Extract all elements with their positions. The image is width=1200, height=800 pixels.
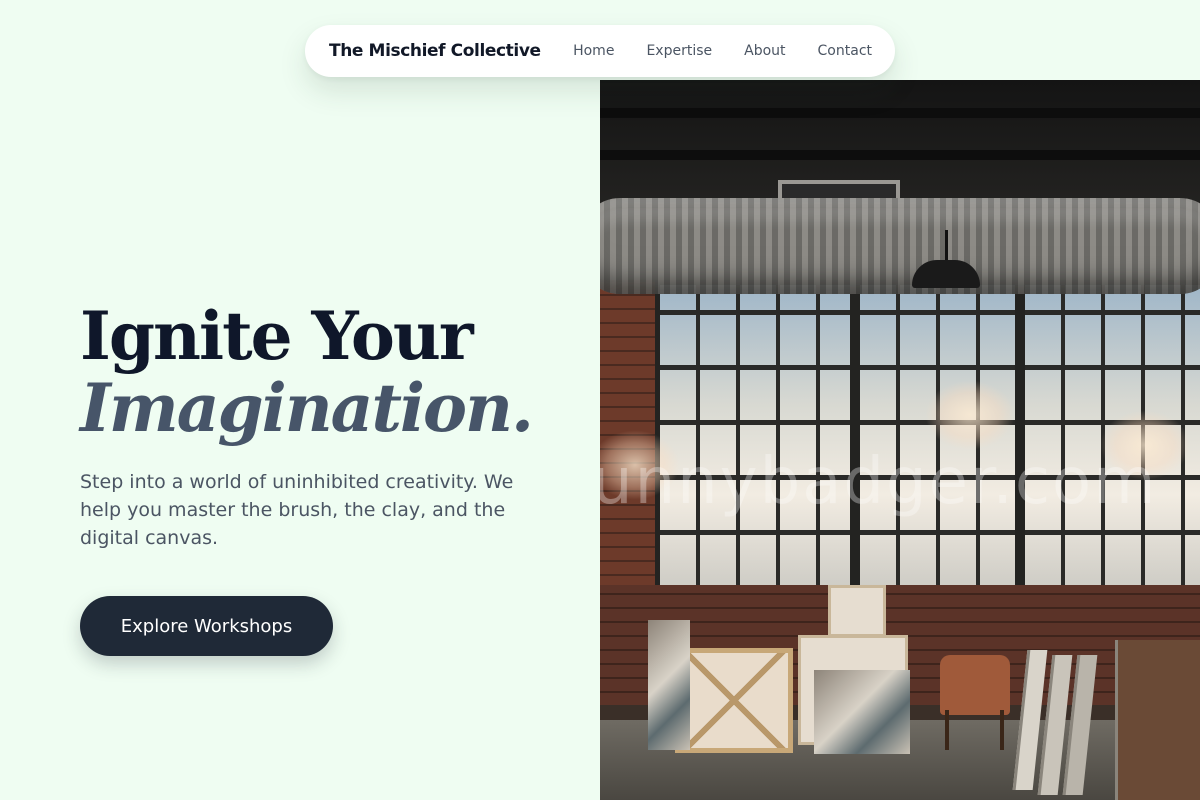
ceiling-beam xyxy=(600,150,1200,160)
cabinet xyxy=(1115,640,1200,800)
painted-canvas xyxy=(648,620,690,750)
canvas-back xyxy=(675,648,793,753)
explore-workshops-button[interactable]: Explore Workshops xyxy=(80,596,333,656)
hero-headline: Ignite Your Imagination. xyxy=(80,300,580,444)
nav-link-home[interactable]: Home xyxy=(573,43,614,59)
factory-window xyxy=(655,280,855,590)
hero-section: Ignite Your Imagination. Step into a wor… xyxy=(80,300,580,552)
brand-logo[interactable]: The Mischief Collective xyxy=(329,41,541,61)
painted-canvas xyxy=(814,670,910,754)
air-duct-front xyxy=(600,208,1200,294)
nav-links: Home Expertise About Contact xyxy=(573,43,872,59)
page: The Mischief Collective Home Expertise A… xyxy=(0,0,1200,800)
headline-line-2: Imagination. xyxy=(80,369,534,447)
watermark: unnybadger.com xyxy=(600,445,1158,519)
nav-link-expertise[interactable]: Expertise xyxy=(646,43,712,59)
headline-line-1: Ignite Your xyxy=(80,297,474,375)
ceiling-beam xyxy=(600,108,1200,118)
top-navigation: The Mischief Collective Home Expertise A… xyxy=(305,25,895,77)
hero-description: Step into a world of uninhibited creativ… xyxy=(80,471,514,549)
chair-leg xyxy=(945,710,949,750)
blank-canvas xyxy=(828,585,886,637)
nav-link-contact[interactable]: Contact xyxy=(818,43,872,59)
chair-leg xyxy=(1000,710,1004,750)
chandelier xyxy=(925,380,1015,450)
hero-image: unnybadger.com xyxy=(600,80,1200,800)
chair xyxy=(940,655,1010,715)
nav-link-about[interactable]: About xyxy=(744,43,785,59)
pendant-lamp xyxy=(912,260,980,288)
